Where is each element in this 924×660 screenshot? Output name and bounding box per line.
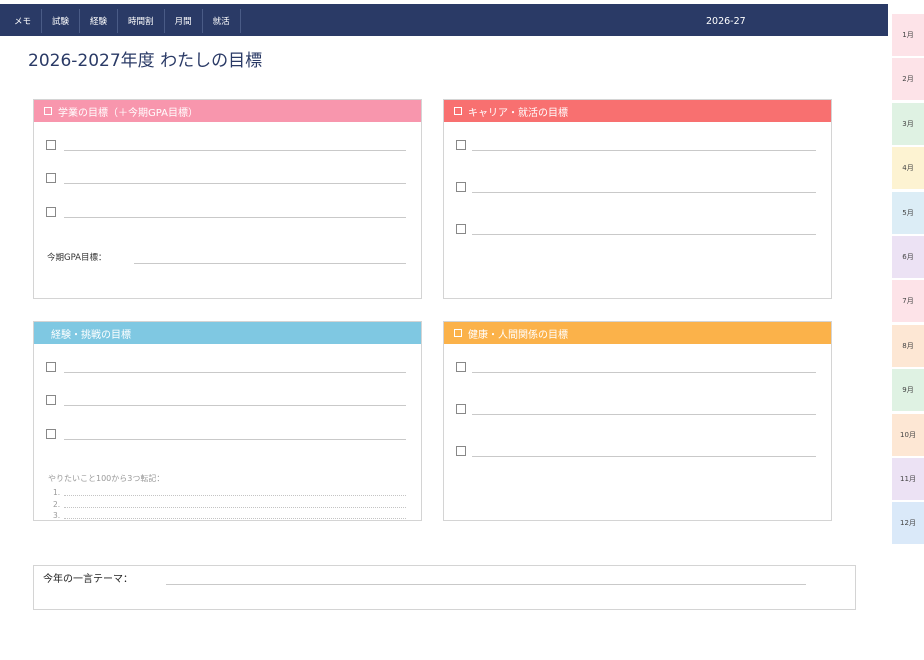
bucket-item-number: 1.: [53, 488, 61, 497]
bucket-item-line[interactable]: [64, 495, 406, 496]
goal-checkbox[interactable]: [46, 173, 56, 183]
goal-checkbox[interactable]: [456, 446, 466, 456]
nav-exam[interactable]: 試験: [42, 9, 81, 33]
bucket-item-number: 2.: [53, 500, 61, 509]
goal-checkbox[interactable]: [456, 140, 466, 150]
goal-checkbox[interactable]: [456, 362, 466, 372]
goal-checkbox[interactable]: [456, 182, 466, 192]
nav-monthly[interactable]: 月間: [165, 9, 203, 33]
page-title: 2026-2027年度 わたしの目標: [28, 51, 263, 71]
bucket-item-line[interactable]: [64, 507, 406, 508]
bucket-item-number: 3.: [53, 511, 61, 520]
yearly-theme-box: 今年の一言テーマ：: [33, 565, 856, 610]
gpa-label: 今期GPA目標：: [47, 253, 107, 263]
month-tab-11[interactable]: 11月: [892, 457, 924, 500]
goal-checkbox[interactable]: [46, 429, 56, 439]
month-tab-3[interactable]: 3月: [892, 102, 924, 145]
goal-line[interactable]: [64, 217, 406, 218]
experience-card-header: 経験・挑戦の目標: [34, 322, 421, 344]
health-card-title: 健康・人間関係の目標: [468, 329, 568, 341]
goal-checkbox[interactable]: [46, 362, 56, 372]
yearly-theme-line[interactable]: [166, 584, 806, 585]
month-tabs: 1月 2月 3月 4月 5月 6月 7月 8月 9月 10月 11月 12月: [892, 14, 924, 547]
goal-checkbox[interactable]: [456, 224, 466, 234]
month-tab-10[interactable]: 10月: [892, 413, 924, 456]
month-tab-2[interactable]: 2月: [892, 58, 924, 101]
header-checkbox-icon: [454, 329, 462, 337]
nav-job-hunting[interactable]: 就活: [203, 9, 241, 33]
nav-timetable[interactable]: 時間割: [118, 9, 165, 33]
goal-checkbox[interactable]: [456, 404, 466, 414]
goal-line[interactable]: [64, 150, 406, 151]
header-checkbox-icon: [44, 107, 52, 115]
nav-menu: メモ 試験 経験 時間割 月間 就活: [4, 9, 241, 33]
year-label: 2026-27: [706, 16, 746, 27]
month-tab-12[interactable]: 12月: [892, 502, 924, 545]
academic-goals-card: 学業の目標（＋今期GPA目標） 今期GPA目標：: [33, 99, 422, 299]
goal-line[interactable]: [472, 372, 816, 373]
month-tab-4[interactable]: 4月: [892, 147, 924, 190]
goal-checkbox[interactable]: [46, 207, 56, 217]
goal-line[interactable]: [472, 192, 816, 193]
career-card-title: キャリア・就活の目標: [468, 107, 568, 119]
career-card-header: キャリア・就活の目標: [444, 100, 831, 122]
experience-card-title: 経験・挑戦の目標: [51, 329, 131, 341]
goal-line[interactable]: [472, 414, 816, 415]
goal-line[interactable]: [64, 372, 406, 373]
goal-line[interactable]: [64, 183, 406, 184]
gpa-input-line[interactable]: [134, 263, 406, 264]
yearly-theme-label: 今年の一言テーマ：: [43, 574, 133, 585]
goal-line[interactable]: [472, 234, 816, 235]
nav-experience[interactable]: 経験: [80, 9, 119, 33]
goal-checkbox[interactable]: [46, 395, 56, 405]
experience-goals-card: 経験・挑戦の目標 やりたいこと100から3つ転記： 1. 2. 3.: [33, 321, 422, 521]
goal-line[interactable]: [64, 439, 406, 440]
goal-line[interactable]: [472, 456, 816, 457]
top-nav-bar: メモ 試験 経験 時間割 月間 就活 2026-27: [0, 4, 888, 36]
month-tab-6[interactable]: 6月: [892, 235, 924, 278]
bucket-item-line[interactable]: [64, 518, 406, 519]
goals-page: メモ 試験 経験 時間割 月間 就活 2026-27 2026-2027年度 わ…: [0, 0, 924, 660]
goal-line[interactable]: [64, 405, 406, 406]
goal-checkbox[interactable]: [46, 140, 56, 150]
header-checkbox-icon: [454, 107, 462, 115]
bucket-list-label: やりたいこと100から3つ転記：: [48, 474, 165, 483]
nav-memo[interactable]: メモ: [4, 9, 43, 33]
academic-card-header: 学業の目標（＋今期GPA目標）: [34, 100, 421, 122]
health-goals-card: 健康・人間関係の目標: [443, 321, 832, 521]
month-tab-8[interactable]: 8月: [892, 324, 924, 367]
career-goals-card: キャリア・就活の目標: [443, 99, 832, 299]
month-tab-7[interactable]: 7月: [892, 280, 924, 323]
month-tab-1[interactable]: 1月: [892, 14, 924, 56]
academic-card-title: 学業の目標（＋今期GPA目標）: [58, 107, 198, 119]
health-card-header: 健康・人間関係の目標: [444, 322, 831, 344]
goal-line[interactable]: [472, 150, 816, 151]
month-tab-9[interactable]: 9月: [892, 369, 924, 412]
month-tab-5[interactable]: 5月: [892, 191, 924, 234]
